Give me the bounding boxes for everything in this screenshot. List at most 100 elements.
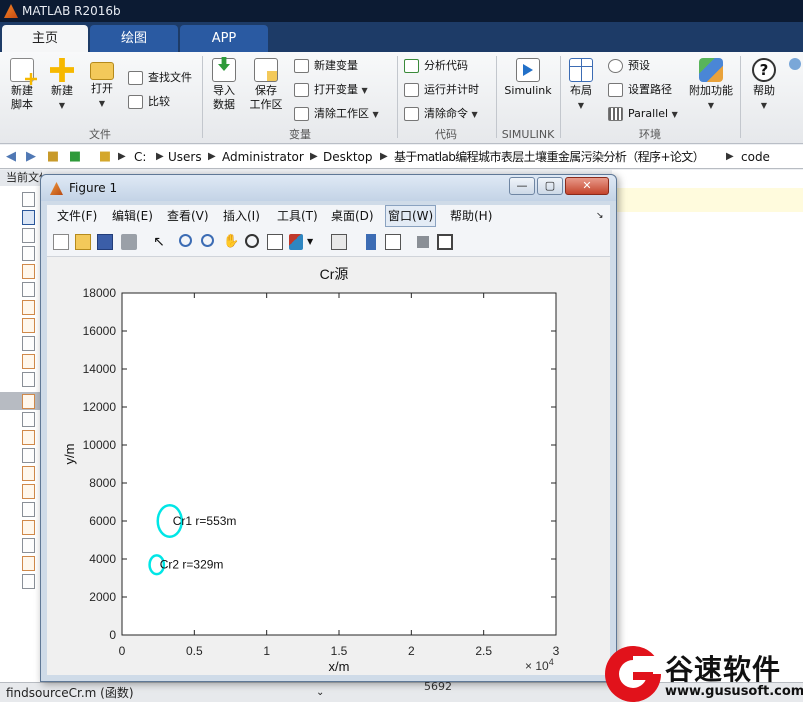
- menu-tools[interactable]: 工具(T): [277, 205, 318, 227]
- layout-button[interactable]: 布局 ▼: [564, 58, 598, 113]
- maximize-button[interactable]: ▢: [537, 177, 563, 195]
- save-icon[interactable]: [97, 234, 113, 250]
- link-plot-icon[interactable]: [331, 234, 347, 250]
- new-variable-button[interactable]: 新建变量: [294, 56, 358, 76]
- tab-home[interactable]: 主页: [2, 25, 88, 52]
- close-button[interactable]: ✕: [565, 177, 609, 195]
- menu-window[interactable]: 窗口(W): [385, 205, 437, 227]
- m-file-icon[interactable]: [22, 300, 35, 315]
- figure-canvas[interactable]: Cr源 0 0.5 1 1.5 2 2.5 3 0 2000 4000 6000 8000 10000 1…: [47, 257, 610, 675]
- file-icon[interactable]: [22, 192, 35, 207]
- breadcrumb-item-users[interactable]: Users: [168, 145, 202, 169]
- community-button[interactable]: [788, 58, 802, 72]
- analyze-code-button[interactable]: 分析代码: [404, 56, 468, 76]
- file-icon[interactable]: [22, 246, 35, 261]
- zoom-out-icon[interactable]: [201, 234, 214, 247]
- y-tick-label: 6000: [89, 514, 116, 528]
- rotate-3d-icon[interactable]: [245, 234, 259, 248]
- forward-arrow-icon[interactable]: ▶: [22, 145, 40, 169]
- menu-view[interactable]: 查看(V): [167, 205, 209, 227]
- file-icon[interactable]: [22, 412, 35, 427]
- chevron-down-icon[interactable]: ⌄: [316, 683, 324, 702]
- zoom-in-icon[interactable]: [179, 234, 192, 247]
- m-file-icon[interactable]: [22, 264, 35, 279]
- open-button[interactable]: 打开 ▼: [84, 58, 120, 111]
- menu-insert[interactable]: 插入(I): [223, 205, 260, 227]
- file-icon[interactable]: [22, 228, 35, 243]
- selected-file-row[interactable]: [0, 392, 42, 410]
- set-path-icon: [608, 83, 623, 97]
- pan-hand-icon[interactable]: ✋: [223, 234, 239, 250]
- file-icon[interactable]: [22, 336, 35, 351]
- back-arrow-icon[interactable]: ◀: [2, 145, 20, 169]
- y-axis-label: y/m: [62, 444, 77, 465]
- file-icon[interactable]: [22, 574, 35, 589]
- brush-dropdown-icon[interactable]: ▼: [307, 234, 323, 250]
- m-file-icon[interactable]: [22, 318, 35, 333]
- m-file-icon[interactable]: [22, 520, 35, 535]
- layout-dropdown-icon: ▼: [577, 101, 585, 110]
- new-button[interactable]: 新建 ▼: [44, 58, 80, 113]
- save-workspace-button[interactable]: 保存 工作区: [246, 58, 286, 112]
- print-icon[interactable]: [121, 234, 137, 250]
- open-variable-button[interactable]: 打开变量 ▼: [294, 80, 368, 100]
- new-script-button[interactable]: 新建 脚本: [4, 58, 40, 112]
- figure-title: Figure 1: [69, 181, 118, 195]
- chart[interactable]: Cr源 0 0.5 1 1.5 2 2.5 3 0 2000 4000 6000 8000 10000 1…: [47, 257, 610, 675]
- clear-workspace-button[interactable]: 清除工作区 ▼: [294, 104, 379, 124]
- browse-folder-icon[interactable]: ■: [66, 145, 84, 169]
- preferences-button[interactable]: 预设: [608, 56, 650, 76]
- file-icon[interactable]: [22, 502, 35, 517]
- data-cursor-icon[interactable]: [267, 234, 283, 250]
- file-icon[interactable]: [22, 538, 35, 553]
- breadcrumb-item-drive[interactable]: C:: [134, 145, 146, 169]
- breadcrumb-item-administrator[interactable]: Administrator: [222, 145, 304, 169]
- file-icon[interactable]: [22, 282, 35, 297]
- clear-commands-button[interactable]: 清除命令 ▼: [404, 104, 478, 124]
- menu-edit[interactable]: 编辑(E): [112, 205, 153, 227]
- new-label: 新建: [51, 84, 73, 97]
- new-figure-icon[interactable]: [53, 234, 69, 250]
- find-files-button[interactable]: 查找文件: [128, 68, 192, 88]
- help-button[interactable]: ? 帮助 ▼: [744, 58, 784, 113]
- m-file-icon[interactable]: [22, 484, 35, 499]
- tab-plots[interactable]: 绘图: [90, 25, 178, 52]
- m-file-icon[interactable]: [22, 394, 35, 409]
- m-file-icon[interactable]: [22, 556, 35, 571]
- figure-icon: [50, 182, 63, 195]
- tab-apps[interactable]: APP: [180, 25, 268, 52]
- parallel-button[interactable]: Parallel ▼: [608, 104, 678, 124]
- breadcrumb-item-project[interactable]: 基于matlab编程城市表层土壤重金属污染分析（程序+论文）: [394, 145, 705, 169]
- run-and-time-button[interactable]: 运行并计时: [404, 80, 479, 100]
- compare-button[interactable]: 比较: [128, 92, 170, 112]
- addons-button[interactable]: 附加功能 ▼: [686, 58, 736, 113]
- m-file-icon[interactable]: [22, 430, 35, 445]
- file-icon[interactable]: [22, 448, 35, 463]
- menu-desktop[interactable]: 桌面(D): [331, 205, 374, 227]
- pointer-icon[interactable]: ↖: [151, 234, 167, 250]
- up-folder-icon[interactable]: ■: [44, 145, 62, 169]
- menu-file[interactable]: 文件(F): [57, 205, 97, 227]
- chart-title: Cr源: [320, 266, 349, 282]
- brush-icon[interactable]: [289, 234, 303, 250]
- command-window-panel[interactable]: [612, 170, 803, 682]
- menu-help[interactable]: 帮助(H): [450, 205, 492, 227]
- import-data-button[interactable]: 导入 数据: [206, 57, 242, 112]
- m-file-icon[interactable]: [22, 354, 35, 369]
- minimize-button[interactable]: —: [509, 177, 535, 195]
- breadcrumb-item-desktop[interactable]: Desktop: [323, 145, 373, 169]
- menu-dock-icon[interactable]: ↘: [596, 205, 604, 227]
- open-file-icon[interactable]: [75, 234, 91, 250]
- hide-plot-tools-icon[interactable]: [417, 236, 429, 248]
- set-path-button[interactable]: 设置路径: [608, 80, 672, 100]
- simulink-button[interactable]: Simulink: [500, 58, 556, 98]
- colorbar-icon[interactable]: [366, 234, 376, 250]
- x-tick-label: 1: [263, 644, 270, 658]
- legend-icon[interactable]: [385, 234, 401, 250]
- breadcrumb-item-code[interactable]: code: [741, 145, 770, 169]
- word-file-icon[interactable]: [22, 210, 35, 225]
- m-file-icon[interactable]: [22, 466, 35, 481]
- addons-cubes-icon: [699, 58, 723, 82]
- file-icon[interactable]: [22, 372, 35, 387]
- show-plot-tools-icon[interactable]: [437, 234, 453, 250]
